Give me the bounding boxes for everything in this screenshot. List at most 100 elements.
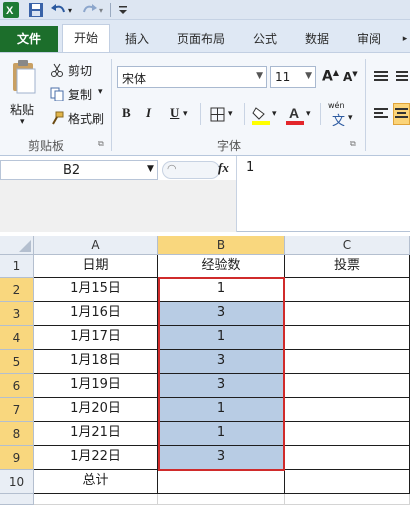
row-header-3[interactable]: 3 xyxy=(0,302,34,326)
cell-c1[interactable]: 投票 xyxy=(285,255,410,278)
format-painter-button[interactable]: 格式刷 xyxy=(50,109,110,127)
cell-c7[interactable] xyxy=(285,398,410,422)
clipboard-dialog-launcher-icon[interactable]: ⧉ xyxy=(98,139,104,149)
chevron-down-icon: ▾ xyxy=(228,109,233,119)
row-header-10[interactable]: 10 xyxy=(0,470,34,494)
tab-page-layout[interactable]: 页面布局 xyxy=(168,26,234,52)
cell-a4[interactable]: 1月17日 xyxy=(34,326,158,350)
font-dialog-launcher-icon[interactable]: ⧉ xyxy=(350,139,356,149)
cell-c11[interactable] xyxy=(285,494,410,505)
tab-data[interactable]: 数据 xyxy=(296,26,338,52)
formula-input[interactable]: 1 xyxy=(246,160,254,175)
row-header-2[interactable]: 2 xyxy=(0,278,34,302)
grow-font-button[interactable]: A▲ xyxy=(322,68,339,85)
copy-button[interactable]: 复制 ▾ xyxy=(50,85,110,103)
cell-b6[interactable]: 3 xyxy=(158,374,285,398)
column-header-b[interactable]: B xyxy=(158,236,285,255)
cell-b2[interactable]: 1 xyxy=(158,278,285,302)
cell-a2[interactable]: 1月15日 xyxy=(34,278,158,302)
bold-button[interactable]: B xyxy=(122,105,131,121)
cut-button[interactable]: 剪切 xyxy=(50,61,110,79)
tab-insert[interactable]: 插入 xyxy=(116,26,158,52)
copy-icon xyxy=(50,87,64,101)
tab-formulas[interactable]: 公式 xyxy=(244,26,286,52)
paste-button[interactable]: 粘贴 ▾ xyxy=(6,59,42,131)
cell-a7[interactable]: 1月20日 xyxy=(34,398,158,422)
cell-c5[interactable] xyxy=(285,350,410,374)
cell-b10[interactable] xyxy=(158,470,285,494)
cell-a1[interactable]: 日期 xyxy=(34,255,158,278)
row-header-5[interactable]: 5 xyxy=(0,350,34,374)
align-center-button[interactable] xyxy=(393,103,410,125)
italic-button[interactable]: I xyxy=(146,105,151,121)
row-header-4[interactable]: 4 xyxy=(0,326,34,350)
fill-color-button[interactable]: ▾ xyxy=(252,105,280,125)
customize-qat-icon[interactable] xyxy=(117,2,133,18)
tab-home[interactable]: 开始 xyxy=(62,24,110,54)
expand-toggle-icon[interactable]: ◠ xyxy=(167,162,177,175)
font-color-button[interactable]: A ▾ xyxy=(286,105,314,125)
cell-b7[interactable]: 1 xyxy=(158,398,285,422)
undo-dropdown-icon[interactable]: ▾ xyxy=(68,6,76,15)
align-middle-icon[interactable] xyxy=(395,69,410,83)
row-header-11[interactable] xyxy=(0,494,34,505)
redo-icon[interactable] xyxy=(82,2,98,18)
cell-b3[interactable]: 3 xyxy=(158,302,285,326)
font-name-value: 宋体 xyxy=(122,72,147,86)
undo-icon[interactable] xyxy=(50,2,66,18)
align-left-icon[interactable] xyxy=(373,107,389,121)
chevron-down-icon[interactable]: ▼ xyxy=(147,164,154,174)
worksheet-grid[interactable]: A B C 1 2 3 4 5 6 7 8 9 10 日期 经验数 投票 1月1… xyxy=(0,236,410,505)
cell-c9[interactable] xyxy=(285,446,410,470)
row-header-8[interactable]: 8 xyxy=(0,422,34,446)
cell-b1[interactable]: 经验数 xyxy=(158,255,285,278)
underline-button[interactable]: U xyxy=(170,105,179,121)
cell-b11[interactable] xyxy=(158,494,285,505)
row-header-1[interactable]: 1 xyxy=(0,255,34,278)
cell-a5[interactable]: 1月18日 xyxy=(34,350,158,374)
group-divider xyxy=(365,59,366,151)
save-icon[interactable] xyxy=(28,2,44,18)
name-box[interactable]: B2 ▼ xyxy=(0,160,158,180)
cell-c3[interactable] xyxy=(285,302,410,326)
cell-c2[interactable] xyxy=(285,278,410,302)
cut-label: 剪切 xyxy=(68,64,93,78)
font-size-select[interactable]: 11 ▼ xyxy=(270,66,316,88)
phonetic-guide-button[interactable]: wén 文 ▾ xyxy=(326,101,358,129)
paste-dropdown-icon: ▾ xyxy=(20,117,25,127)
cell-b9[interactable]: 3 xyxy=(158,446,285,470)
cell-c6[interactable] xyxy=(285,374,410,398)
formula-bar-controls: ◠ xyxy=(162,161,220,179)
font-name-select[interactable]: 宋体 ▼ xyxy=(117,66,267,88)
cell-b5[interactable]: 3 xyxy=(158,350,285,374)
cell-a3[interactable]: 1月16日 xyxy=(34,302,158,326)
select-all-corner[interactable] xyxy=(0,236,34,255)
cell-c8[interactable] xyxy=(285,422,410,446)
cell-a6[interactable]: 1月19日 xyxy=(34,374,158,398)
cell-b4[interactable]: 1 xyxy=(158,326,285,350)
phonetic-guide-char: 文 xyxy=(332,114,346,129)
row-header-6[interactable]: 6 xyxy=(0,374,34,398)
column-header-c[interactable]: C xyxy=(285,236,410,255)
excel-logo-icon: X xyxy=(3,2,19,18)
shrink-font-button[interactable]: A▼ xyxy=(343,70,358,84)
column-header-a[interactable]: A xyxy=(34,236,158,255)
cell-a9[interactable]: 1月22日 xyxy=(34,446,158,470)
row-header-7[interactable]: 7 xyxy=(0,398,34,422)
paint-bucket-icon xyxy=(252,107,270,125)
align-top-icon[interactable] xyxy=(373,69,389,83)
row-header-9[interactable]: 9 xyxy=(0,446,34,470)
underline-dropdown-icon[interactable]: ▾ xyxy=(183,109,188,119)
cell-a11[interactable] xyxy=(34,494,158,505)
cell-c4[interactable] xyxy=(285,326,410,350)
cell-a8[interactable]: 1月21日 xyxy=(34,422,158,446)
redo-dropdown-icon[interactable]: ▾ xyxy=(99,6,107,15)
cell-c10[interactable] xyxy=(285,470,410,494)
cell-b8[interactable]: 1 xyxy=(158,422,285,446)
tab-review[interactable]: 审阅 xyxy=(348,26,390,52)
borders-button[interactable]: ▾ xyxy=(210,107,238,123)
tab-file[interactable]: 文件 xyxy=(0,26,58,52)
insert-function-button[interactable]: fx xyxy=(218,160,229,176)
cell-a10[interactable]: 总计 xyxy=(34,470,158,494)
font-color-icon: A xyxy=(286,105,304,125)
